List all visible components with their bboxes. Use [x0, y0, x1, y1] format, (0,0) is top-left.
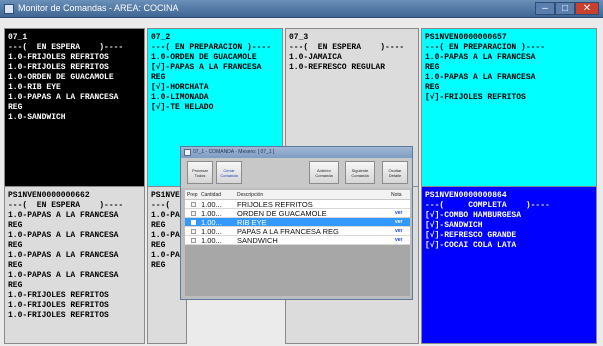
order-panel[interactable]: PS1NVEN0000000864 ---( COMPLETA )---- [√…	[421, 186, 597, 344]
orders-board: 07_1 ---( EN ESPERA )---- 1.0-FRIJOLES R…	[0, 18, 603, 346]
row-description: PAPAS A LA FRANCESA REG	[237, 227, 339, 236]
hide-detail-button[interactable]: Ocultar Detalle	[382, 161, 408, 184]
prep-checkbox[interactable]	[191, 238, 196, 243]
order-panel[interactable]: 07_1 ---( EN ESPERA )---- 1.0-FRIJOLES R…	[4, 28, 145, 202]
window-title: Monitor de Comandas - AREA: COCINA	[18, 3, 179, 13]
minimize-button[interactable]: –	[535, 2, 555, 15]
table-row-selected[interactable]: 1.00... RIB EYE ver	[185, 218, 410, 227]
dialog-titlebar[interactable]: 07_1 - COMANDA - Mesero: [ 07_1 ]	[181, 147, 412, 158]
order-panel[interactable]: PS1NVEN0000000662 ---( EN ESPERA )---- 1…	[4, 186, 145, 344]
table-row[interactable]: 1.00... FRIJOLES REFRITOS	[185, 200, 410, 209]
prep-checkbox[interactable]	[191, 211, 196, 216]
window-titlebar: Monitor de Comandas - AREA: COCINA – □ ✕	[0, 0, 603, 18]
table-row[interactable]: 1.00... SANDWICH ver	[185, 236, 410, 245]
next-order-button[interactable]: Siguiente Comanda	[345, 161, 375, 184]
note-link[interactable]: ver	[395, 227, 403, 236]
note-link[interactable]: ver	[395, 236, 403, 245]
table-row[interactable]: 1.00... PAPAS A LA FRANCESA REG ver	[185, 227, 410, 236]
row-quantity: 1.00...	[201, 236, 222, 245]
row-quantity: 1.00...	[201, 227, 222, 236]
column-nota[interactable]: Nota	[391, 190, 402, 200]
row-description: ORDEN DE GUACAMOLE	[237, 209, 327, 218]
prep-checkbox[interactable]	[191, 229, 196, 234]
note-link[interactable]: ver	[395, 218, 403, 227]
dialog-icon	[184, 149, 191, 156]
column-prep[interactable]: Prep	[187, 190, 198, 200]
process-all-button[interactable]: Procesar Todos	[187, 161, 213, 184]
note-link[interactable]: ver	[395, 209, 403, 218]
maximize-button[interactable]: □	[555, 2, 575, 15]
dialog-title: 07_1 - COMANDA - Mesero: [ 07_1 ]	[193, 149, 275, 155]
order-panel[interactable]: PS1NVEN0000000657 ---( EN PREPARACION )-…	[421, 28, 597, 202]
column-cantidad[interactable]: Cantidad	[201, 190, 221, 200]
previous-order-button[interactable]: Anterior Comanda	[309, 161, 339, 184]
order-detail-dialog: 07_1 - COMANDA - Mesero: [ 07_1 ] Proces…	[180, 146, 413, 300]
row-description: RIB EYE	[237, 218, 267, 227]
table-row[interactable]: 1.00... ORDEN DE GUACAMOLE ver	[185, 209, 410, 218]
order-items-grid: Prep Cantidad Descripción Nota 1.00... F…	[185, 190, 410, 296]
row-quantity: 1.00...	[201, 200, 222, 209]
grid-header: Prep Cantidad Descripción Nota	[185, 190, 410, 200]
app-icon	[4, 4, 14, 14]
row-quantity: 1.00...	[201, 218, 222, 227]
row-quantity: 1.00...	[201, 209, 222, 218]
close-order-button[interactable]: Cerrar Comanda	[216, 161, 242, 184]
row-description: SANDWICH	[237, 236, 278, 245]
column-descripcion[interactable]: Descripción	[237, 190, 263, 200]
dialog-toolbar: Procesar Todos Cerrar Comanda Anterior C…	[181, 158, 412, 188]
prep-checkbox[interactable]	[191, 220, 196, 225]
row-description: FRIJOLES REFRITOS	[237, 200, 313, 209]
prep-checkbox[interactable]	[191, 202, 196, 207]
close-button[interactable]: ✕	[575, 2, 599, 15]
